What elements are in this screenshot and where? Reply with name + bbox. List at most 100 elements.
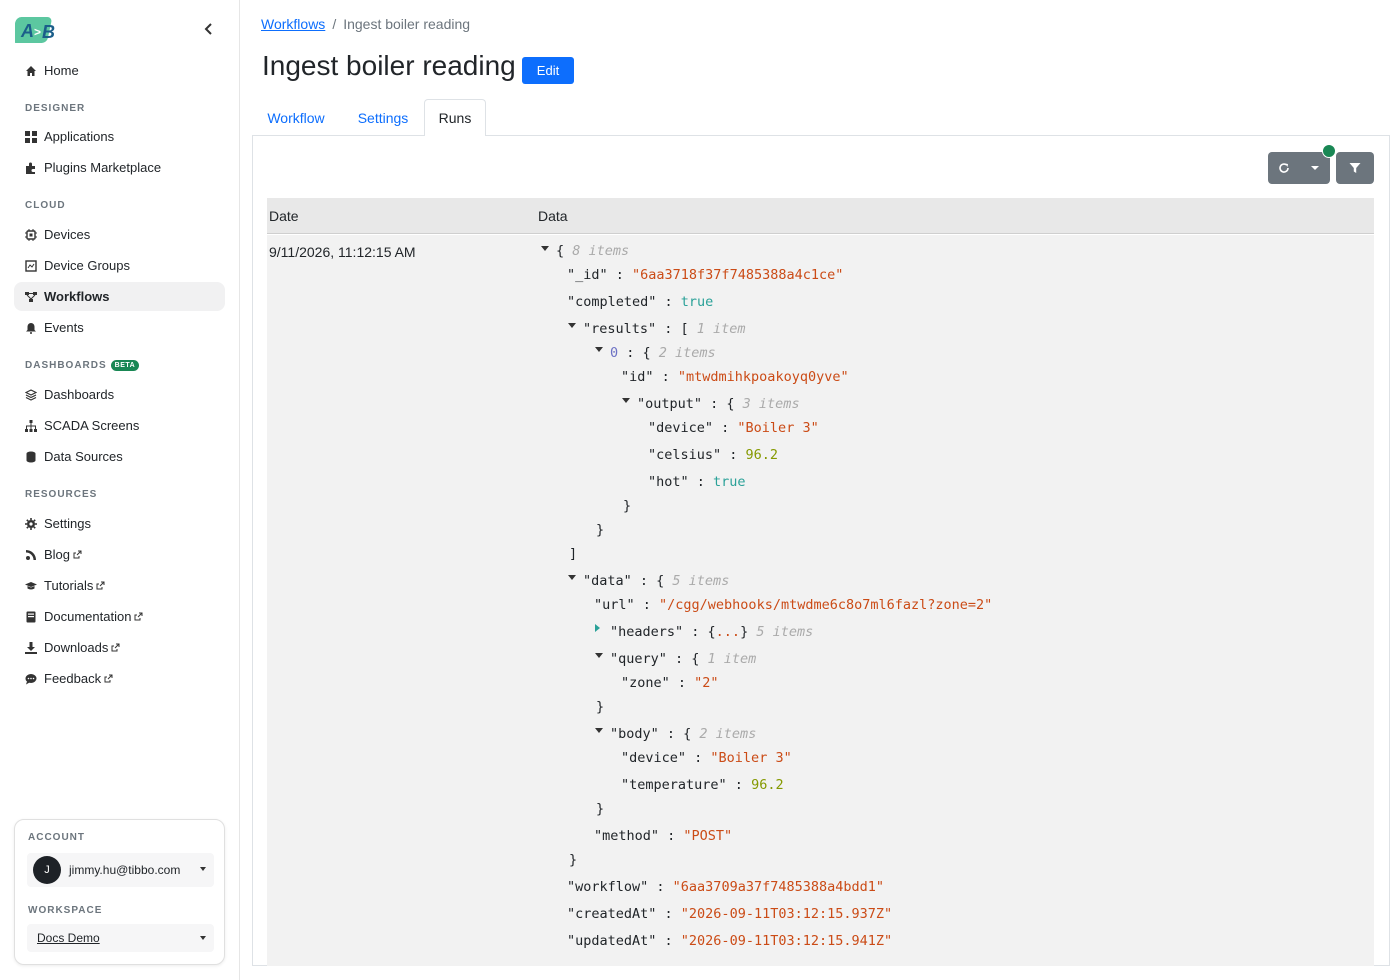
json-value: "6aa3709a37f7485388a4bdd1" [672, 879, 884, 895]
external-link-icon [111, 643, 120, 652]
expand-toggle-headers[interactable] [595, 624, 600, 632]
json-line-close: } [569, 852, 578, 868]
home-icon [25, 65, 37, 77]
json-line-headers: "headers" : {...} 5 items [610, 624, 814, 640]
json-line-url: "url" : "/cgg/webhooks/mtwdme6c8o7ml6faz… [594, 597, 993, 613]
json-line-results-id: "id" : "mtwdmihkpoakoyq0yve" [621, 369, 849, 385]
collapse-toggle-query[interactable] [595, 653, 603, 658]
json-line-updatedAt: "updatedAt" : "2026-09-11T03:12:15.941Z" [567, 933, 893, 949]
collapse-toggle-output[interactable] [622, 398, 630, 403]
device-group-icon [25, 259, 37, 272]
chip-icon [25, 228, 37, 241]
json-line-results-0: 0 : { 2 items [610, 345, 716, 361]
gear-icon [25, 517, 37, 530]
sidebar-item-label: Workflows [44, 289, 110, 304]
sidebar-item-events[interactable]: Events [14, 313, 225, 342]
sidebar-item-label: Data Sources [44, 449, 123, 464]
json-line-query: "query" : { 1 item [610, 651, 757, 667]
sidebar-item-blog[interactable]: Blog [14, 540, 225, 569]
sidebar-item-workflows[interactable]: Workflows [14, 282, 225, 311]
collapse-sidebar-icon[interactable] [200, 20, 218, 38]
sidebar-item-downloads[interactable]: Downloads [14, 633, 225, 662]
page-title: Ingest boiler reading [262, 50, 516, 81]
collapse-toggle-body[interactable] [595, 728, 603, 733]
sidebar-item-label: Device Groups [44, 258, 130, 273]
svg-text:>: > [34, 25, 41, 39]
tab-bar: Workflow Settings Runs [252, 99, 1390, 137]
table-row: 9/11/2026, 11:12:15 AM { 8 items "_id" :… [267, 235, 1374, 966]
sidebar-item-dashboards[interactable]: Dashboards [14, 380, 225, 409]
json-count: 1 item [707, 651, 757, 667]
column-header-data: Data [538, 208, 568, 224]
refresh-button-group [1268, 152, 1330, 184]
external-link-icon [96, 581, 105, 590]
edit-button[interactable]: Edit [522, 57, 574, 84]
sidebar-item-applications[interactable]: Applications [14, 122, 225, 151]
breadcrumb-separator: / [332, 16, 337, 32]
sidebar-item-label: Home [44, 63, 79, 78]
refresh-button[interactable] [1268, 152, 1299, 184]
account-selector[interactable]: J jimmy.hu@tibbo.com [27, 853, 214, 887]
blog-icon [25, 549, 37, 561]
sidebar-item-plugins[interactable]: Plugins Marketplace [14, 153, 225, 182]
comment-icon [25, 673, 37, 685]
workflow-icon [25, 291, 37, 303]
breadcrumb-current: Ingest boiler reading [343, 16, 471, 32]
sidebar-item-home[interactable]: Home [14, 56, 225, 85]
json-value: "POST" [683, 828, 733, 844]
json-value: "6aa3718f37f7485388a4c1ce" [632, 267, 844, 283]
collapse-toggle-data[interactable] [568, 575, 576, 580]
section-cloud: CLOUD [25, 200, 66, 211]
json-line-output-hot: "hot" : true [648, 474, 746, 490]
sidebar-item-label: Devices [44, 227, 91, 242]
json-value: 96.2 [751, 777, 784, 793]
json-count: 2 items [658, 345, 716, 361]
sidebar-item-settings[interactable]: Settings [14, 509, 225, 538]
tab-workflow[interactable]: Workflow [252, 99, 340, 136]
sidebar-item-scada[interactable]: SCADA Screens [14, 411, 225, 440]
sidebar-item-feedback[interactable]: Feedback [14, 664, 225, 693]
caret-down-icon [200, 867, 206, 871]
sidebar-item-data-sources[interactable]: Data Sources [14, 442, 225, 471]
sidebar-item-devices[interactable]: Devices [14, 220, 225, 249]
collapse-toggle-results-0[interactable] [595, 347, 603, 352]
breadcrumb-link-workflows[interactable]: Workflows [261, 16, 325, 32]
json-line-output-device: "device" : "Boiler 3" [648, 420, 819, 436]
json-count: 5 items [672, 573, 730, 589]
json-value: true [713, 474, 746, 490]
refresh-icon [1278, 163, 1289, 173]
json-line-method: "method" : "POST" [594, 828, 733, 844]
json-line-body-temperature: "temperature" : 96.2 [621, 777, 784, 793]
layers-icon [25, 388, 37, 401]
sidebar-item-label: Documentation [44, 609, 132, 624]
account-label: ACCOUNT [28, 832, 85, 843]
database-icon [25, 451, 37, 463]
json-collapsed[interactable]: ... [716, 624, 740, 640]
json-line-root: { 8 items [556, 243, 630, 259]
sidebar-item-label: SCADA Screens [44, 418, 140, 433]
json-line-createdAt: "createdAt" : "2026-09-11T03:12:15.937Z" [567, 906, 893, 922]
tab-runs[interactable]: Runs [424, 99, 486, 137]
filter-icon [1349, 163, 1361, 173]
collapse-toggle-root[interactable] [541, 246, 549, 251]
sidebar: A > B Home DESIGNER Applications Plugins… [0, 0, 240, 980]
json-value: "2" [694, 675, 719, 691]
sidebar-item-tutorials[interactable]: Tutorials [14, 571, 225, 600]
json-line-close: ] [569, 546, 578, 562]
workspace-selector[interactable]: Docs Demo [27, 924, 214, 952]
app-logo[interactable]: A > B [11, 14, 59, 46]
status-indicator [1322, 144, 1336, 158]
caret-down-icon [1310, 166, 1319, 170]
svg-text:B: B [42, 22, 55, 42]
json-line-close: } [623, 498, 632, 514]
json-line-query-zone: "zone" : "2" [621, 675, 719, 691]
tab-settings[interactable]: Settings [344, 99, 422, 136]
json-line-data: "data" : { 5 items [583, 573, 730, 589]
sidebar-item-device-groups[interactable]: Device Groups [14, 251, 225, 280]
filter-button[interactable] [1336, 152, 1374, 184]
json-value: "2026-09-11T03:12:15.941Z" [680, 933, 893, 949]
sidebar-item-documentation[interactable]: Documentation [14, 602, 225, 631]
sidebar-item-label: Dashboards [44, 387, 115, 402]
collapse-toggle-results[interactable] [568, 323, 576, 328]
json-count: 3 items [742, 396, 800, 412]
